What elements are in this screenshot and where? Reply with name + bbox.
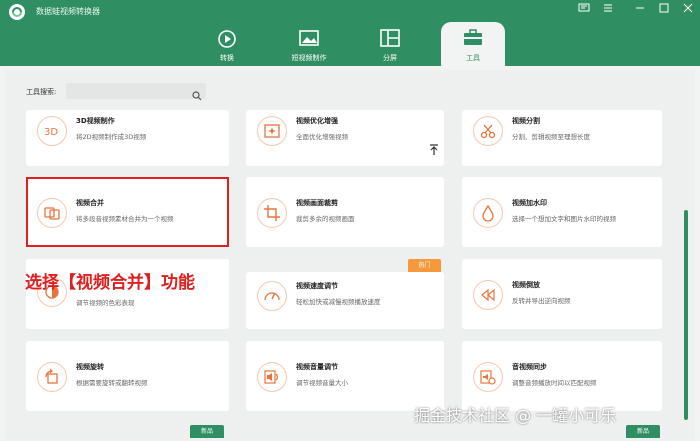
tool-title: 视频分割 xyxy=(512,117,540,125)
tab-tools[interactable]: 工具 xyxy=(441,22,505,66)
hot-badge: 热门 xyxy=(408,259,441,272)
watermark-drop-icon xyxy=(473,198,503,228)
tool-title: 视频旋转 xyxy=(76,363,104,371)
title-bar: 数据蛙视频转换器 转换 短视频制作 分屏 工具 xyxy=(0,0,700,66)
tool-card-split[interactable]: 视频分割 分割、剪辑视频至理想长度 xyxy=(462,110,662,166)
tool-desc: 调节视频的色彩表现 xyxy=(76,299,135,307)
tool-card-reverse[interactable]: 视频倒放 反转并导出逆向视频 xyxy=(462,259,662,329)
tool-desc: 反转并导出逆向视频 xyxy=(512,297,571,305)
tool-card-volume[interactable]: 视频音量调节 调节视频音量大小 xyxy=(246,341,444,411)
tool-title: 视频加水印 xyxy=(512,199,547,207)
tool-card-crop[interactable]: 视频画面裁剪 裁剪多余的视频画面 xyxy=(246,177,444,247)
split-screen-icon xyxy=(380,29,400,51)
crop-icon xyxy=(257,198,287,228)
scissors-icon xyxy=(473,116,503,146)
app-logo-icon xyxy=(9,4,25,20)
tool-card-3d[interactable]: 3D 3D视频制作 将2D视频制作成3D视频 xyxy=(26,110,229,166)
tool-desc: 根据需要旋转或翻转视频 xyxy=(76,379,148,387)
scrollbar[interactable] xyxy=(684,210,688,420)
sync-icon xyxy=(473,362,503,392)
tool-title: 视频速度调节 xyxy=(296,282,338,290)
rotate-icon xyxy=(37,362,67,392)
tool-title: 视频画面裁剪 xyxy=(296,199,338,207)
tab-label: 转换 xyxy=(220,54,234,62)
new-badge: 新品 xyxy=(190,425,224,438)
selection-highlight xyxy=(26,177,229,247)
tab-convert[interactable]: 转换 xyxy=(195,22,259,66)
tool-card-av-sync[interactable]: 音视频同步 调整音频播放时间以匹配视频 xyxy=(462,341,662,411)
tool-title: 视频倒放 xyxy=(512,281,540,289)
tool-desc: 轻松加快或减慢视频播放速度 xyxy=(296,298,381,306)
search-input[interactable] xyxy=(66,83,206,99)
tool-title: 视频优化增强 xyxy=(296,117,338,125)
rewind-icon xyxy=(473,280,503,310)
back-to-top-icon[interactable] xyxy=(429,144,439,159)
tool-desc: 选择一个想加文字和图片水印的视频 xyxy=(512,215,616,223)
tool-title: 音视频同步 xyxy=(512,363,547,371)
tab-label: 分屏 xyxy=(383,54,397,62)
annotation-text: 选择【视频合并】功能 xyxy=(25,273,195,293)
new-badge: 新品 xyxy=(626,425,660,438)
3d-icon: 3D xyxy=(37,116,67,146)
app-title: 数据蛙视频转换器 xyxy=(36,7,100,16)
search-icon[interactable] xyxy=(192,86,202,105)
speed-icon xyxy=(257,281,287,311)
tab-short-video[interactable]: 短视频制作 xyxy=(276,22,342,66)
menu-icon[interactable] xyxy=(600,3,616,17)
convert-icon xyxy=(217,29,237,53)
enhance-icon xyxy=(257,116,287,146)
svg-text:3D: 3D xyxy=(44,127,58,138)
minimize-icon[interactable] xyxy=(632,3,648,17)
tab-label: 工具 xyxy=(466,54,480,62)
tool-desc: 全面优化增强视频 xyxy=(296,133,348,141)
search-label: 工具搜索: xyxy=(26,88,57,96)
tool-title: 3D视频制作 xyxy=(76,117,115,125)
tool-card-speed[interactable]: 视频速度调节 轻松加快或减慢视频播放速度 xyxy=(246,272,444,329)
tab-label: 短视频制作 xyxy=(291,54,327,62)
tab-split-screen[interactable]: 分屏 xyxy=(358,22,422,66)
tool-desc: 裁剪多余的视频画面 xyxy=(296,215,355,223)
tool-desc: 调整音频播放时间以匹配视频 xyxy=(512,379,597,387)
tool-desc: 分割、剪辑视频至理想长度 xyxy=(512,133,590,141)
tool-card-rotate[interactable]: 视频旋转 根据需要旋转或翻转视频 xyxy=(26,341,229,411)
tool-desc: 调节视频音量大小 xyxy=(296,379,348,387)
tool-desc: 将2D视频制作成3D视频 xyxy=(76,133,147,141)
toolbox-icon xyxy=(463,29,483,51)
short-video-icon xyxy=(299,29,319,51)
volume-icon xyxy=(257,362,287,392)
close-icon[interactable] xyxy=(680,3,696,17)
tool-card-enhance[interactable]: 视频优化增强 全面优化增强视频 xyxy=(246,110,444,166)
tool-title: 视频音量调节 xyxy=(296,363,338,371)
tool-card-watermark[interactable]: 视频加水印 选择一个想加文字和图片水印的视频 xyxy=(462,177,662,247)
maximize-icon[interactable] xyxy=(656,3,672,17)
message-icon[interactable] xyxy=(576,3,592,17)
watermark-text: 掘金技术社区 @ 一罐小可乐 xyxy=(414,406,617,425)
